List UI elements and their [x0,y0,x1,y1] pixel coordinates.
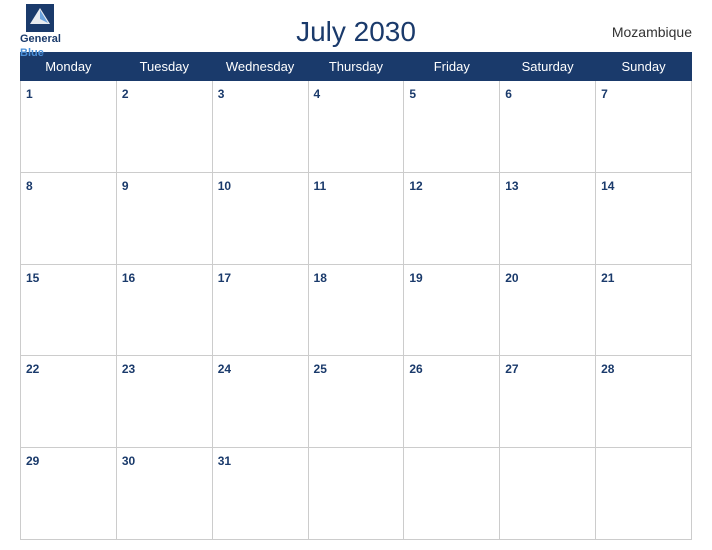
calendar-cell: 29 [21,448,117,540]
calendar-cell: 9 [116,172,212,264]
month-title: July 2030 [296,16,416,48]
day-number: 12 [409,179,422,193]
day-number: 8 [26,179,33,193]
week-row-1: 1 2 3 4 5 6 7 [21,81,692,173]
day-number: 3 [218,87,225,101]
calendar-cell: 14 [596,172,692,264]
day-number: 17 [218,271,231,285]
day-header-saturday: Saturday [500,53,596,81]
day-number: 10 [218,179,231,193]
calendar-cell: 18 [308,264,404,356]
day-number: 1 [26,87,33,101]
week-row-2: 8 9 10 11 12 13 14 [21,172,692,264]
calendar-cell: 1 [21,81,117,173]
day-number: 18 [314,271,327,285]
calendar-cell: 24 [212,356,308,448]
calendar-cell: 8 [21,172,117,264]
day-number: 6 [505,87,512,101]
day-number: 26 [409,362,422,376]
calendar-cell: 16 [116,264,212,356]
week-row-3: 15 16 17 18 19 20 21 [21,264,692,356]
day-header-friday: Friday [404,53,500,81]
calendar-cell: 10 [212,172,308,264]
day-number: 29 [26,454,39,468]
logo-icon [26,4,54,32]
calendar-cell: 13 [500,172,596,264]
calendar-cell: 23 [116,356,212,448]
day-number: 23 [122,362,135,376]
calendar-header: General Blue July 2030 Mozambique [20,16,692,48]
day-number: 22 [26,362,39,376]
calendar-cell [500,448,596,540]
logo-blue: Blue [20,47,61,60]
calendar-cell [308,448,404,540]
week-row-5: 29 30 31 [21,448,692,540]
calendar-cell: 21 [596,264,692,356]
day-header-tuesday: Tuesday [116,53,212,81]
day-headers-row: MondayTuesdayWednesdayThursdayFridaySatu… [21,53,692,81]
day-number: 24 [218,362,231,376]
day-number: 25 [314,362,327,376]
day-number: 16 [122,271,135,285]
day-number: 15 [26,271,39,285]
calendar-cell: 19 [404,264,500,356]
day-number: 19 [409,271,422,285]
calendar-cell: 4 [308,81,404,173]
calendar-cell: 15 [21,264,117,356]
calendar-cell: 30 [116,448,212,540]
day-number: 31 [218,454,231,468]
calendar-cell: 26 [404,356,500,448]
calendar-cell: 6 [500,81,596,173]
calendar-cell [404,448,500,540]
logo-general: General [20,33,61,46]
day-header-sunday: Sunday [596,53,692,81]
day-number: 13 [505,179,518,193]
calendar-cell: 7 [596,81,692,173]
calendar-cell: 25 [308,356,404,448]
day-number: 21 [601,271,614,285]
day-number: 4 [314,87,321,101]
calendar-cell: 3 [212,81,308,173]
day-number: 7 [601,87,608,101]
calendar-cell: 12 [404,172,500,264]
calendar-cell: 31 [212,448,308,540]
day-number: 5 [409,87,416,101]
day-number: 28 [601,362,614,376]
calendar-cell: 5 [404,81,500,173]
week-row-4: 22 23 24 25 26 27 28 [21,356,692,448]
calendar-cell: 27 [500,356,596,448]
calendar-table: MondayTuesdayWednesdayThursdayFridaySatu… [20,52,692,540]
calendar-cell: 28 [596,356,692,448]
day-number: 2 [122,87,129,101]
day-number: 27 [505,362,518,376]
day-number: 9 [122,179,129,193]
logo: General Blue [20,4,61,59]
calendar-cell: 2 [116,81,212,173]
calendar-cell: 20 [500,264,596,356]
country-label: Mozambique [612,24,692,40]
day-number: 14 [601,179,614,193]
day-header-wednesday: Wednesday [212,53,308,81]
day-header-thursday: Thursday [308,53,404,81]
calendar-cell [596,448,692,540]
day-number: 11 [314,179,327,193]
day-number: 30 [122,454,135,468]
calendar-cell: 11 [308,172,404,264]
calendar-cell: 17 [212,264,308,356]
calendar-cell: 22 [21,356,117,448]
day-number: 20 [505,271,518,285]
